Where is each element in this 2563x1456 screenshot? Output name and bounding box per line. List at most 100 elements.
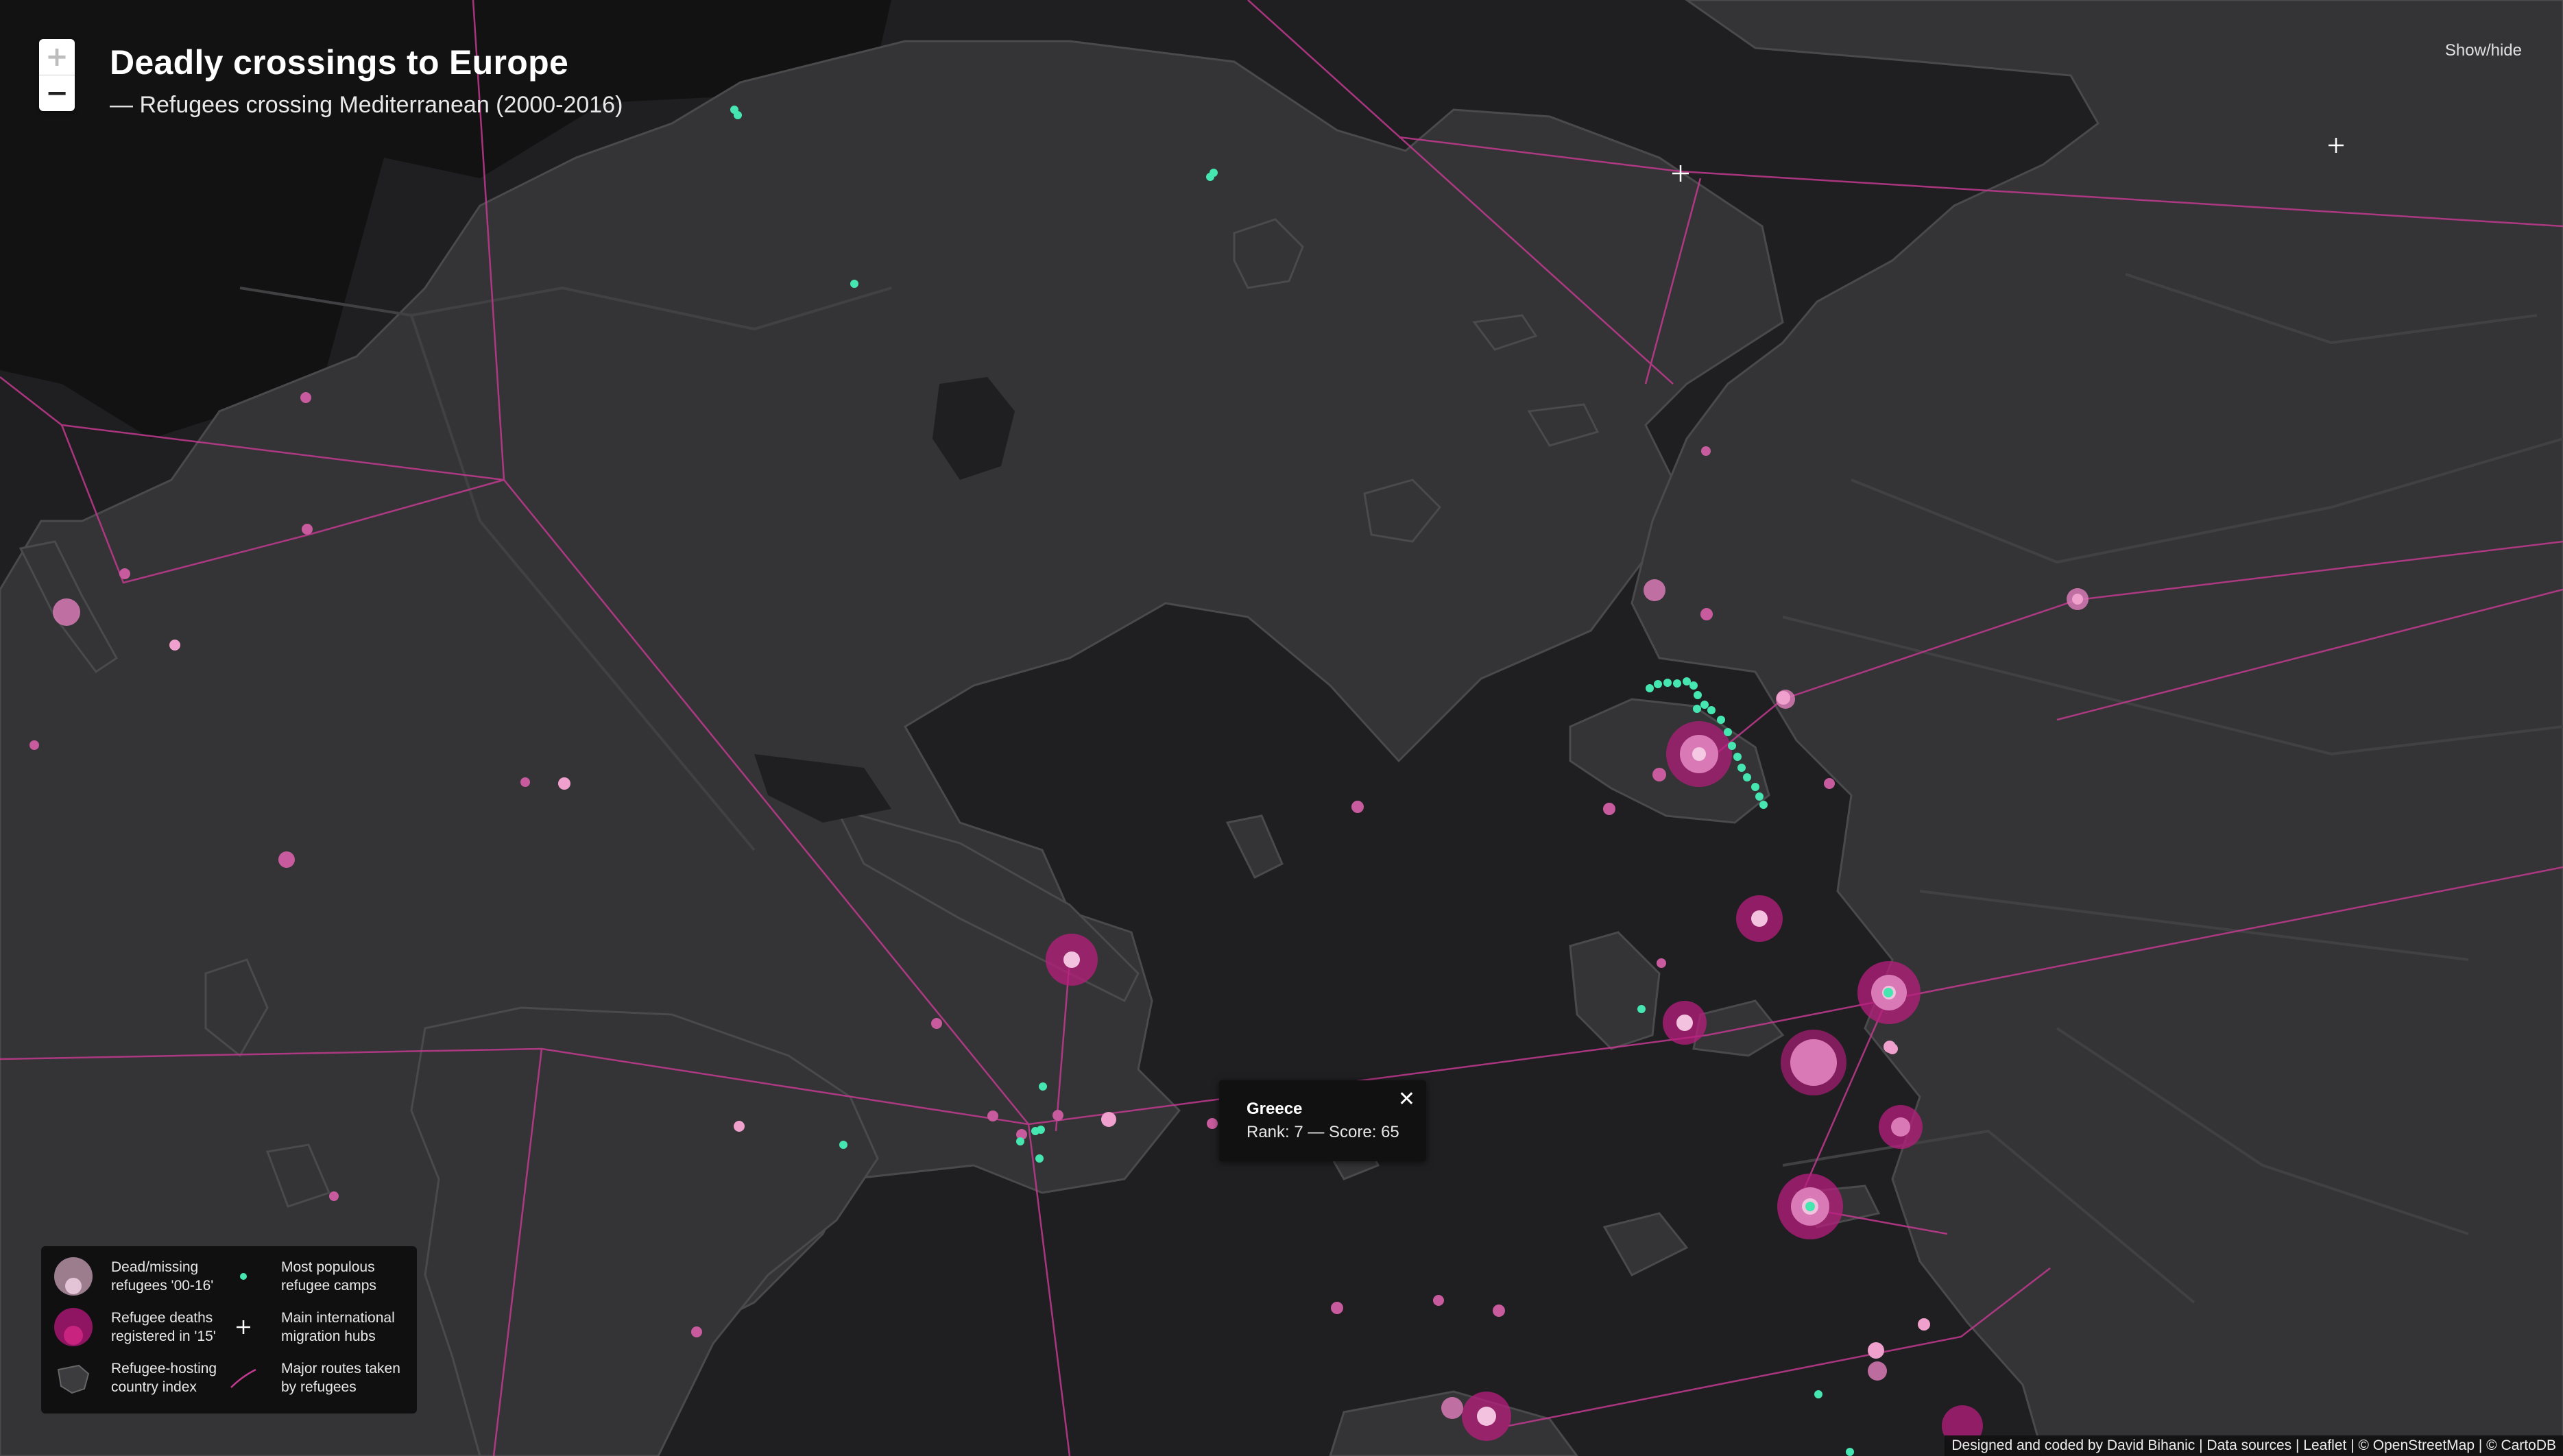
page-title: Deadly crossings to Europe xyxy=(110,43,569,82)
dead-missing-marker[interactable] xyxy=(1644,579,1665,601)
small-marker[interactable] xyxy=(691,1326,702,1337)
small-marker[interactable] xyxy=(1603,803,1615,815)
camp-marker[interactable] xyxy=(1035,1154,1044,1163)
legend-label: Refugee deaths registered in '15' xyxy=(111,1310,216,1344)
camp-marker[interactable] xyxy=(1759,801,1768,809)
camp-marker[interactable] xyxy=(734,111,742,119)
show-hide-toggle[interactable]: Show/hide xyxy=(2445,41,2522,60)
attribution-separator: | xyxy=(2346,1437,2359,1453)
small-marker[interactable] xyxy=(329,1191,339,1201)
dead-missing-marker[interactable] xyxy=(1692,747,1706,761)
camp-marker[interactable] xyxy=(1637,1005,1646,1013)
close-icon[interactable]: ✕ xyxy=(1398,1087,1415,1111)
camp-marker[interactable] xyxy=(1884,988,1893,997)
small-marker[interactable] xyxy=(2072,594,2083,605)
small-marker[interactable] xyxy=(734,1121,745,1132)
small-marker[interactable] xyxy=(987,1111,998,1121)
camp-marker[interactable] xyxy=(1037,1126,1045,1134)
camp-marker[interactable] xyxy=(1673,679,1681,688)
camp-marker[interactable] xyxy=(1743,773,1751,781)
small-marker[interactable] xyxy=(1493,1305,1505,1317)
dead-missing-marker[interactable] xyxy=(1676,1015,1693,1031)
camp-marker[interactable] xyxy=(1814,1390,1822,1398)
camp-marker[interactable] xyxy=(1737,764,1746,772)
small-marker[interactable] xyxy=(1657,958,1666,968)
small-marker[interactable] xyxy=(558,777,570,790)
attribution-separator: | xyxy=(2291,1437,2304,1453)
small-marker[interactable] xyxy=(1433,1295,1444,1306)
dead-missing-marker[interactable] xyxy=(1063,951,1080,968)
camp-marker[interactable] xyxy=(1728,742,1736,750)
camp-marker[interactable] xyxy=(1654,680,1662,688)
legend-label: Refugee-hosting country index xyxy=(111,1361,217,1395)
small-marker[interactable] xyxy=(300,392,311,403)
camp-marker[interactable] xyxy=(1724,728,1732,736)
dead-missing-marker[interactable] xyxy=(1751,910,1768,927)
camp-marker[interactable] xyxy=(1694,691,1702,699)
attribution-separator: | xyxy=(2475,1437,2487,1453)
dead-missing-marker[interactable] xyxy=(53,598,80,626)
camp-marker[interactable] xyxy=(1700,701,1709,709)
plus-marker-icon xyxy=(219,1305,267,1349)
small-marker[interactable] xyxy=(1351,801,1364,813)
zoom-out-button[interactable]: − xyxy=(39,75,75,111)
camp-marker[interactable] xyxy=(1689,681,1698,690)
camp-marker[interactable] xyxy=(1755,792,1764,801)
dead-missing-marker[interactable] xyxy=(1790,1039,1837,1086)
attribution-link-cartodb[interactable]: © CartoDB xyxy=(2486,1437,2556,1454)
small-marker[interactable] xyxy=(1824,778,1835,789)
legend-item-hubs: Main international migration hubs xyxy=(219,1305,395,1349)
dead-missing-marker[interactable] xyxy=(1477,1407,1496,1426)
attribution-link-openstreetmap[interactable]: © OpenStreetMap xyxy=(2358,1437,2475,1454)
small-marker[interactable] xyxy=(1052,1110,1063,1121)
camp-marker[interactable] xyxy=(1683,677,1691,685)
camp-marker[interactable] xyxy=(1707,706,1716,714)
route-line-icon xyxy=(219,1356,267,1400)
camp-marker[interactable] xyxy=(1646,684,1654,692)
small-marker[interactable] xyxy=(29,740,39,750)
small-marker[interactable] xyxy=(1777,691,1790,705)
camp-marker[interactable] xyxy=(1717,716,1725,724)
legend-item-camps: Most populous refugee camps xyxy=(219,1254,376,1298)
small-marker[interactable] xyxy=(302,524,313,535)
plus-icon: + xyxy=(45,41,69,73)
small-marker[interactable] xyxy=(169,640,180,651)
camp-marker[interactable] xyxy=(1751,783,1759,791)
map-legend: Dead/missing refugees '00-16' Refugee de… xyxy=(41,1246,417,1413)
attribution-link-leaflet[interactable]: Leaflet xyxy=(2303,1437,2346,1454)
dead-missing-icon xyxy=(49,1254,97,1298)
camp-marker[interactable] xyxy=(1663,679,1672,687)
dead-missing-marker[interactable] xyxy=(1868,1361,1887,1381)
small-marker[interactable] xyxy=(931,1018,942,1029)
small-marker[interactable] xyxy=(1101,1112,1116,1127)
camp-marker[interactable] xyxy=(1733,753,1742,761)
small-marker[interactable] xyxy=(1331,1302,1343,1314)
attribution-link-data-sources[interactable]: Data sources xyxy=(2206,1437,2291,1454)
small-marker[interactable] xyxy=(1868,1342,1884,1359)
camp-marker[interactable] xyxy=(850,280,858,288)
map-canvas[interactable] xyxy=(0,0,2563,1456)
small-marker[interactable] xyxy=(1700,608,1713,620)
small-marker[interactable] xyxy=(278,851,295,868)
small-marker[interactable] xyxy=(1701,446,1711,456)
small-marker[interactable] xyxy=(1652,768,1666,781)
camp-dot-icon xyxy=(219,1254,267,1298)
camp-marker[interactable] xyxy=(839,1141,847,1149)
small-marker[interactable] xyxy=(520,777,530,787)
camp-marker[interactable] xyxy=(1016,1137,1024,1145)
dead-missing-marker[interactable] xyxy=(1891,1117,1910,1137)
camp-marker[interactable] xyxy=(1805,1202,1815,1211)
camp-marker[interactable] xyxy=(1693,705,1701,713)
dead-missing-marker[interactable] xyxy=(1441,1397,1463,1419)
legend-label: Dead/missing refugees '00-16' xyxy=(111,1259,214,1294)
small-marker[interactable] xyxy=(1918,1318,1930,1331)
legend-label: Most populous refugee camps xyxy=(281,1259,376,1294)
attribution-credit: Designed and coded by David Bihanic xyxy=(1951,1437,2195,1453)
camp-marker[interactable] xyxy=(1039,1082,1047,1091)
camp-marker[interactable] xyxy=(1210,169,1218,177)
camp-marker[interactable] xyxy=(1846,1448,1854,1456)
zoom-in-button[interactable]: + xyxy=(39,39,75,75)
small-marker[interactable] xyxy=(1887,1043,1898,1054)
small-marker[interactable] xyxy=(1207,1118,1218,1129)
small-marker[interactable] xyxy=(119,568,130,579)
